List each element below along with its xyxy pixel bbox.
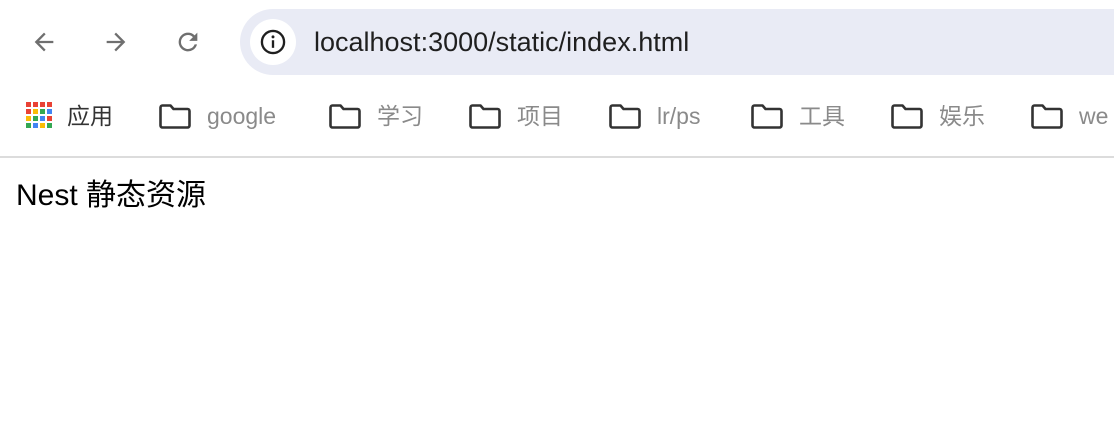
- reload-button[interactable]: [168, 22, 208, 62]
- address-bar[interactable]: localhost:3000/static/index.html: [240, 9, 1114, 75]
- folder-icon: [751, 104, 783, 129]
- folder-icon: [159, 104, 191, 129]
- toolbar-divider: [0, 156, 1114, 158]
- bookmark-label: we: [1079, 103, 1109, 129]
- bookmarks-bar: 应用 google 学习 项目 lr/ps 工具 娱乐 we: [0, 92, 1114, 140]
- bookmark-folder-entertainment[interactable]: 娱乐: [890, 96, 985, 136]
- forward-button[interactable]: [96, 22, 136, 62]
- site-info-button[interactable]: [250, 19, 296, 65]
- bookmark-apps-label: 应用: [67, 103, 113, 129]
- bookmark-folder-lrps[interactable]: lr/ps: [608, 96, 700, 136]
- apps-grid-icon: [26, 102, 54, 130]
- back-button[interactable]: [24, 22, 64, 62]
- bookmark-label: 学习: [377, 103, 423, 129]
- bookmark-label: 工具: [799, 103, 845, 129]
- folder-icon: [891, 104, 923, 129]
- arrow-left-icon: [34, 32, 54, 52]
- bookmark-label: lr/ps: [657, 103, 701, 129]
- bookmark-folder-we[interactable]: we: [1030, 96, 1108, 136]
- folder-icon: [469, 104, 501, 129]
- folder-icon: [609, 104, 641, 129]
- bookmark-label: google: [207, 103, 277, 129]
- bookmark-apps[interactable]: 应用: [26, 96, 113, 136]
- info-icon: [260, 29, 286, 55]
- reload-icon: [178, 32, 198, 52]
- arrow-right-icon: [106, 32, 126, 52]
- page-content-text: Nest 静态资源: [16, 179, 207, 212]
- folder-icon: [1031, 104, 1063, 129]
- bookmark-folder-tools[interactable]: 工具: [750, 96, 845, 136]
- bookmark-label: 娱乐: [939, 103, 985, 129]
- browser-toolbar: localhost:3000/static/index.html: [0, 0, 1114, 84]
- folder-icon: [329, 104, 361, 129]
- bookmark-label: 项目: [517, 103, 563, 129]
- url-text[interactable]: localhost:3000/static/index.html: [314, 26, 689, 58]
- bookmark-folder-projects[interactable]: 项目: [468, 96, 563, 136]
- bookmark-folder-google[interactable]: google: [158, 96, 276, 136]
- bookmark-folder-study[interactable]: 学习: [328, 96, 423, 136]
